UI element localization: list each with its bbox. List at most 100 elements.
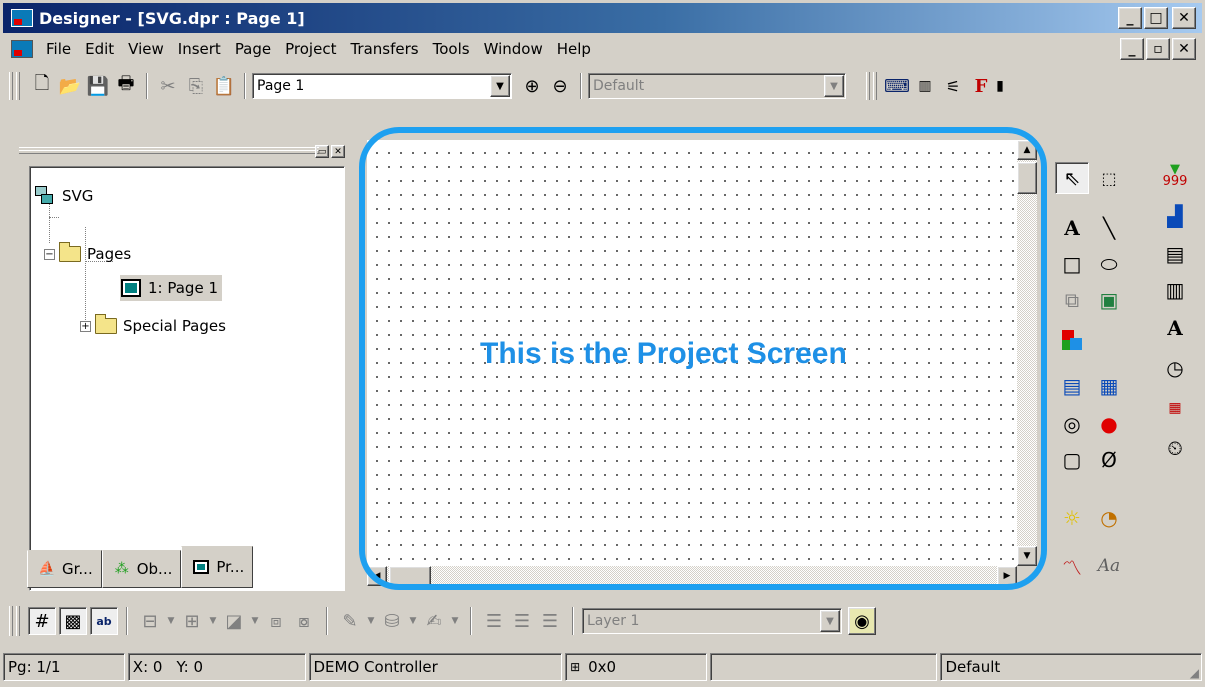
- align-center-icon[interactable]: ☰: [508, 607, 536, 635]
- menu-view[interactable]: View: [121, 36, 171, 62]
- layer-select[interactable]: Layer 1 ▼: [582, 608, 842, 634]
- title-bar[interactable]: Designer - [SVG.dpr : Page 1] _ □ ✕: [3, 3, 1202, 33]
- pointer-icon[interactable]: ⇖: [1055, 162, 1089, 194]
- tree-item-page1[interactable]: 1: Page 1: [120, 275, 222, 301]
- minimize-button[interactable]: _: [1118, 7, 1142, 29]
- panel-close-icon[interactable]: ✕: [331, 145, 345, 158]
- document-icon[interactable]: [11, 40, 33, 58]
- text-box-icon[interactable]: ▦: [1092, 370, 1126, 402]
- doc-close-button[interactable]: ✕: [1172, 38, 1196, 60]
- ellipse-tool-icon[interactable]: ⬭: [1092, 248, 1126, 280]
- tree-item-pages[interactable]: − Pages: [44, 241, 131, 267]
- network-icon[interactable]: ⚟: [939, 72, 967, 100]
- gauge-icon[interactable]: ◔: [1092, 502, 1126, 534]
- menu-help[interactable]: Help: [550, 36, 598, 62]
- horizontal-scroll-thumb[interactable]: [389, 566, 431, 586]
- trend-icon[interactable]: 〽: [1055, 550, 1089, 582]
- tab-project[interactable]: Pr...: [181, 546, 254, 588]
- collapse-icon[interactable]: −: [44, 248, 55, 260]
- scroll-left-icon[interactable]: ◀: [367, 566, 387, 586]
- timer-icon[interactable]: ⏲: [1158, 432, 1192, 464]
- font-icon[interactable]: F: [967, 72, 995, 100]
- select-rect-icon[interactable]: ⬚: [1092, 162, 1126, 194]
- tree-item-root[interactable]: SVG: [34, 183, 93, 209]
- text-list-icon[interactable]: A: [1158, 312, 1192, 344]
- line-color-icon[interactable]: ✎: [336, 607, 364, 635]
- function-key-icon[interactable]: ▤: [1055, 370, 1089, 402]
- panel-grip[interactable]: [19, 147, 319, 154]
- lamp-icon[interactable]: Ø: [1092, 444, 1126, 476]
- chevron-down-icon[interactable]: ▼: [206, 607, 220, 635]
- bar-chart-icon[interactable]: ▟: [1158, 200, 1192, 232]
- close-button[interactable]: ✕: [1172, 7, 1196, 29]
- clock-icon[interactable]: ◷: [1158, 352, 1192, 384]
- message-icon[interactable]: ▤: [1158, 238, 1192, 270]
- line-style-icon[interactable]: ✍: [420, 607, 448, 635]
- tree-item-special[interactable]: + Special Pages: [80, 313, 226, 339]
- zoom-in-icon[interactable]: ⊕: [518, 72, 546, 100]
- scroll-down-icon[interactable]: ▼: [1017, 546, 1037, 566]
- filmstrip-icon[interactable]: ▥: [1158, 274, 1192, 306]
- menu-page[interactable]: Page: [228, 36, 278, 62]
- chevron-down-icon[interactable]: ▼: [364, 607, 378, 635]
- horizontal-scrollbar[interactable]: ◀ ▶: [367, 566, 1017, 586]
- resize-grip-icon[interactable]: ◢: [1190, 666, 1199, 680]
- menu-transfers[interactable]: Transfers: [343, 36, 425, 62]
- project-tree[interactable]: SVG − Pages 1: Page 1 + Special Pages: [29, 166, 345, 591]
- grid-icon[interactable]: #: [28, 607, 56, 635]
- print-icon[interactable]: 🖶: [112, 72, 140, 100]
- image-tool-icon[interactable]: ▣: [1092, 284, 1126, 316]
- light-icon[interactable]: ☼: [1055, 502, 1089, 534]
- font-tool-icon[interactable]: Aa: [1092, 550, 1126, 582]
- keyboard-icon[interactable]: ⌨: [883, 72, 911, 100]
- align-right-icon[interactable]: ☰: [536, 607, 564, 635]
- chevron-down-icon[interactable]: ▼: [490, 75, 510, 97]
- indicator-icon[interactable]: ●: [1092, 408, 1126, 440]
- group-icon[interactable]: ⧈: [262, 607, 290, 635]
- page-select[interactable]: Page 1 ▼: [252, 73, 512, 99]
- maximize-button[interactable]: □: [1144, 7, 1168, 29]
- menu-window[interactable]: Window: [477, 36, 550, 62]
- fill-color-icon[interactable]: ⛁: [378, 607, 406, 635]
- align-icon[interactable]: ⊟: [136, 607, 164, 635]
- expand-icon[interactable]: +: [80, 320, 91, 332]
- menu-project[interactable]: Project: [278, 36, 343, 62]
- color-fill-icon[interactable]: [1055, 324, 1089, 356]
- new-file-icon[interactable]: 🗋: [28, 72, 56, 100]
- chevron-down-icon[interactable]: ▼: [824, 75, 844, 97]
- cut-icon[interactable]: ✂: [154, 72, 182, 100]
- vertical-scroll-thumb[interactable]: [1017, 162, 1037, 194]
- doc-minimize-button[interactable]: _: [1120, 38, 1144, 60]
- layer-manager-icon[interactable]: ◉: [848, 607, 876, 635]
- counter-icon[interactable]: ▼ 999: [1158, 160, 1192, 192]
- bargraph-icon[interactable]: ▥: [911, 72, 939, 100]
- center-icon[interactable]: ⊞: [178, 607, 206, 635]
- app-icon[interactable]: [11, 9, 33, 27]
- scroll-up-icon[interactable]: ▲: [1017, 140, 1037, 160]
- rectangle-tool-icon[interactable]: □: [1055, 248, 1089, 280]
- radio-button-icon[interactable]: ◎: [1055, 408, 1089, 440]
- zoom-out-icon[interactable]: ⊖: [546, 72, 574, 100]
- save-icon[interactable]: 💾: [84, 72, 112, 100]
- chevron-down-icon[interactable]: ▼: [164, 607, 178, 635]
- bitmap-tool-icon[interactable]: ⧉: [1055, 284, 1089, 316]
- doc-restore-button[interactable]: ▫: [1146, 38, 1170, 60]
- chevron-down-icon[interactable]: ▼: [448, 607, 462, 635]
- ungroup-icon[interactable]: ⧇: [290, 607, 318, 635]
- menu-edit[interactable]: Edit: [78, 36, 121, 62]
- style-select[interactable]: Default ▼: [588, 73, 846, 99]
- copy-icon[interactable]: ⎘: [182, 72, 210, 100]
- align-left-icon[interactable]: ☰: [480, 607, 508, 635]
- paste-icon[interactable]: 📋: [210, 72, 238, 100]
- text-tool-icon[interactable]: A: [1055, 212, 1089, 244]
- line-tool-icon[interactable]: ╲: [1092, 212, 1126, 244]
- button-tool-icon[interactable]: ▢: [1055, 444, 1089, 476]
- tab-objects[interactable]: ⁂ Ob...: [101, 550, 182, 588]
- menu-tools[interactable]: Tools: [426, 36, 477, 62]
- panel-restore-icon[interactable]: ▭: [315, 145, 329, 158]
- open-folder-icon[interactable]: 📂: [56, 72, 84, 100]
- scroll-right-icon[interactable]: ▶: [997, 566, 1017, 586]
- menu-insert[interactable]: Insert: [171, 36, 228, 62]
- order-icon[interactable]: ◪: [220, 607, 248, 635]
- vertical-scrollbar[interactable]: ▲ ▼: [1017, 140, 1037, 566]
